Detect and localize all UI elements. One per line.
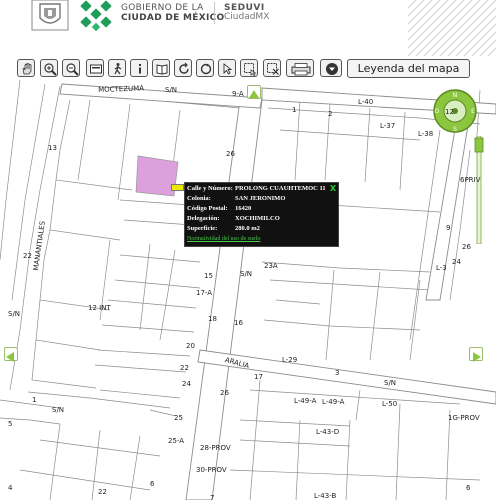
map-label: L-29	[282, 356, 298, 364]
map-label: 20	[186, 342, 195, 350]
brand-divider	[214, 2, 215, 24]
map-label: 1	[292, 106, 297, 114]
map-label: 15	[204, 272, 213, 280]
map-label: 4	[8, 484, 13, 492]
refresh-alt-icon[interactable]	[196, 59, 214, 77]
pan-north-button[interactable]	[247, 85, 261, 99]
map-label: 1G-PROV	[448, 414, 480, 422]
map-label: 17	[254, 373, 263, 381]
popup-row-address: Calle y Número: PROLONG CUAUHTEMOC 11	[187, 185, 326, 192]
map-label: 24	[182, 380, 191, 388]
map-label: 9-A	[232, 90, 244, 98]
popup-row-delegacion: Delegación: XOCHIMILCO	[187, 215, 280, 222]
popup-row-postal-code: Código Postal: 16420	[187, 205, 252, 212]
svg-text:N: N	[453, 92, 458, 99]
zoom-slider[interactable]	[474, 136, 484, 244]
zoom-in-icon[interactable]	[40, 59, 58, 77]
map-label: 25-A	[168, 437, 185, 445]
map-label: 23A	[264, 262, 278, 270]
map-label: 2	[328, 110, 333, 118]
map-label: 5	[8, 420, 13, 428]
walk-icon[interactable]	[108, 59, 126, 77]
map-label: S/N	[165, 86, 178, 94]
svg-text:E: E	[471, 108, 475, 115]
refresh-icon[interactable]	[174, 59, 192, 77]
select-area-icon[interactable]	[240, 59, 258, 77]
map-label: 6	[150, 480, 155, 488]
map-label: L-43-D	[316, 428, 340, 436]
legend-button[interactable]: Leyenda del mapa	[347, 59, 470, 78]
svg-text:O: O	[435, 108, 440, 115]
pan-hand-icon[interactable]	[17, 59, 35, 77]
select-arrow-icon[interactable]	[218, 59, 236, 77]
map-label: 9	[446, 224, 451, 232]
cdmx-logo-icon	[80, 0, 112, 32]
map-label: L-49-A	[322, 398, 345, 406]
map-label: 18	[208, 315, 217, 323]
header: GOBIERNO DE LA CIUDAD DE MÉXICO SEDUVI C…	[0, 0, 496, 58]
print-icon[interactable]	[286, 59, 314, 77]
map-label: 12	[445, 108, 454, 116]
map-label: 12 INT	[88, 304, 111, 312]
map-label: 30-PROV	[196, 466, 227, 474]
map-toolbar: Leyenda del mapa	[0, 58, 496, 80]
map-label: L-3	[436, 264, 447, 272]
map-label: L-37	[380, 122, 396, 130]
map-viewer: GOBIERNO DE LA CIUDAD DE MÉXICO SEDUVI C…	[0, 0, 496, 500]
map-label: 13	[48, 144, 57, 152]
map-label: L-50	[382, 400, 398, 408]
pan-east-button[interactable]	[469, 347, 483, 362]
download-icon[interactable]	[320, 59, 342, 77]
arrow-right-icon	[473, 352, 481, 362]
map-label: S/N	[52, 406, 65, 414]
map-label: 7	[210, 494, 215, 500]
map-label: 22	[180, 364, 189, 372]
map-label: 22	[23, 252, 32, 260]
map-label: 24	[452, 258, 461, 266]
map-label: 3	[335, 369, 340, 377]
brand-line1: GOBIERNO DE LA	[121, 3, 204, 13]
clear-selection-icon[interactable]	[263, 59, 281, 77]
arrow-up-icon	[249, 90, 259, 98]
parcel-info-popup: X Calle y Número: PROLONG CUAUHTEMOC 11 C…	[184, 182, 339, 247]
compass-icon[interactable]: N S O E	[432, 88, 478, 134]
zoom-out-icon[interactable]	[62, 59, 80, 77]
map-label: L-40	[358, 98, 374, 106]
full-extent-icon[interactable]	[86, 59, 104, 77]
map-label: 26	[220, 389, 229, 397]
agency-subtitle: CiudadMX	[224, 12, 270, 22]
map-label: S/N	[8, 310, 21, 318]
popup-pointer	[171, 184, 184, 191]
map-label: 28-PROV	[200, 444, 231, 452]
parcel-basemap	[0, 80, 496, 500]
book-icon[interactable]	[152, 59, 170, 77]
brand-line2: CIUDAD DE MÉXICO	[121, 13, 225, 23]
map-label: 26	[462, 243, 471, 251]
decorative-pattern	[408, 0, 496, 56]
arrow-left-icon	[6, 352, 14, 362]
pan-west-button[interactable]	[4, 347, 18, 362]
map-canvas[interactable]: N S O E MOCTEZUMA S/N 9-A L-40 1 2 12 L-37 L-38 1…	[0, 80, 496, 500]
map-label: 6PRIV	[460, 176, 481, 184]
map-label: MOCTEZUMA	[98, 84, 145, 94]
info-icon[interactable]	[130, 59, 148, 77]
land-use-regulation-link[interactable]: Normatividad del uso de suelo	[187, 236, 260, 242]
popup-close-button[interactable]: X	[330, 184, 336, 193]
map-label: 26	[226, 150, 235, 158]
popup-row-colonia: Colonia: SAN JERONIMO	[187, 195, 286, 202]
map-label: S/N	[240, 270, 253, 278]
map-label: 1	[32, 396, 37, 404]
popup-row-surface: Superficie: 280.0 m2	[187, 225, 260, 232]
map-label: L-49-A	[294, 397, 317, 405]
map-label: 6	[466, 484, 471, 492]
government-shield-icon	[31, 0, 69, 31]
map-label: 16	[234, 319, 243, 327]
map-label: L-43-B	[314, 492, 337, 500]
map-label: 22	[98, 488, 107, 496]
map-label: L-38	[418, 130, 434, 138]
svg-text:S: S	[453, 126, 457, 133]
map-label: S/N	[384, 379, 397, 387]
map-label: 17-A	[196, 289, 213, 297]
map-label: 25	[174, 414, 183, 422]
